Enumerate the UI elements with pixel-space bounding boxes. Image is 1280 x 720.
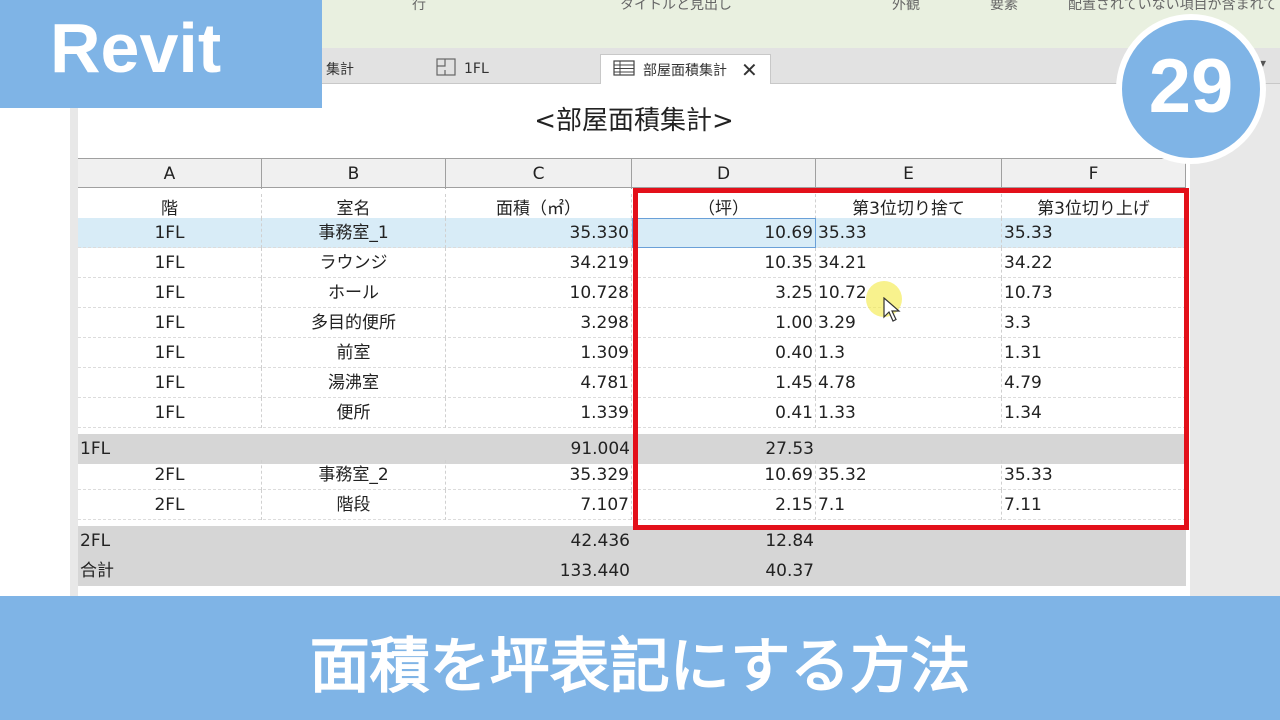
footer-banner: 面積を坪表記にする方法 bbox=[0, 596, 1280, 720]
cell-room-name[interactable]: ラウンジ bbox=[262, 248, 446, 278]
strip-cell: タイトルと見出し bbox=[620, 0, 732, 13]
cell-area-m2[interactable]: 10.728 bbox=[446, 278, 632, 308]
cell-area-m2[interactable]: 7.107 bbox=[446, 490, 632, 520]
cell-room-name[interactable]: 多目的便所 bbox=[262, 308, 446, 338]
emphasis-highlight-box bbox=[633, 188, 1189, 530]
tab-schedule-prev[interactable]: 集計 bbox=[326, 54, 354, 84]
tab-room-area-schedule[interactable]: 部屋面積集計 ✕ bbox=[600, 54, 771, 84]
floor-plan-icon bbox=[436, 58, 456, 80]
cell-level[interactable]: 1FL bbox=[78, 368, 262, 398]
column-letter-row: A B C D E F bbox=[78, 158, 1186, 189]
column-letter-d[interactable]: D bbox=[632, 159, 816, 189]
cell-level[interactable]: 1FL bbox=[78, 278, 262, 308]
cell-level[interactable]: 1FL bbox=[78, 338, 262, 368]
tab-1fl[interactable]: 1FL bbox=[436, 54, 489, 84]
subtotal-block-2fl: 2FL 42.436 12.84 合計 133.440 40.37 bbox=[78, 526, 1186, 586]
footer-title: 面積を坪表記にする方法 bbox=[309, 632, 971, 702]
cell-level[interactable]: 1FL bbox=[78, 218, 262, 248]
cell-level[interactable]: 2FL bbox=[78, 460, 262, 490]
cell-level[interactable]: 1FL bbox=[78, 398, 262, 428]
cell-area-m2[interactable]: 1.309 bbox=[446, 338, 632, 368]
cell-room-name[interactable]: 事務室_2 bbox=[262, 460, 446, 490]
mouse-pointer-icon bbox=[883, 296, 901, 327]
subtotal-row-2fl[interactable]: 2FL 42.436 12.84 bbox=[78, 526, 1186, 556]
subtotal-area-tsubo: 12.84 bbox=[765, 531, 814, 551]
subtotal-area-m2: 42.436 bbox=[570, 531, 630, 551]
cell-room-name[interactable]: 階段 bbox=[262, 490, 446, 520]
view-frame-left bbox=[70, 84, 78, 596]
grand-total-area-m2: 133.440 bbox=[559, 561, 630, 581]
strip-cell: 要素 bbox=[990, 0, 1018, 13]
column-letter-b[interactable]: B bbox=[262, 159, 446, 189]
tab-label: 1FL bbox=[464, 61, 489, 77]
strip-cell: 外観 bbox=[892, 0, 920, 13]
column-letter-a[interactable]: A bbox=[78, 159, 262, 189]
cell-level[interactable]: 1FL bbox=[78, 248, 262, 278]
subtotal-label: 2FL bbox=[80, 531, 111, 551]
tab-label: 集計 bbox=[326, 62, 354, 78]
strip-cell: 配置されていない項目が含まれて bbox=[1068, 0, 1278, 13]
cell-level[interactable]: 1FL bbox=[78, 308, 262, 338]
cell-area-m2[interactable]: 34.219 bbox=[446, 248, 632, 278]
cell-area-m2[interactable]: 3.298 bbox=[446, 308, 632, 338]
cell-area-m2[interactable]: 35.330 bbox=[446, 218, 632, 248]
brand-label: Revit bbox=[50, 9, 222, 87]
brand-banner: Revit bbox=[0, 0, 322, 108]
close-icon[interactable]: ✕ bbox=[741, 58, 758, 82]
strip-cell: 行 bbox=[412, 0, 426, 13]
episode-number-badge: 29 bbox=[1116, 14, 1266, 164]
cell-room-name[interactable]: 事務室_1 bbox=[262, 218, 446, 248]
column-letter-f[interactable]: F bbox=[1002, 159, 1186, 189]
cell-room-name[interactable]: 前室 bbox=[262, 338, 446, 368]
schedule-table-icon bbox=[613, 59, 635, 80]
cell-room-name[interactable]: ホール bbox=[262, 278, 446, 308]
cell-level[interactable]: 2FL bbox=[78, 490, 262, 520]
cell-area-m2[interactable]: 35.329 bbox=[446, 460, 632, 490]
grand-total-row[interactable]: 合計 133.440 40.37 bbox=[78, 556, 1186, 586]
tab-label: 部屋面積集計 bbox=[643, 62, 727, 79]
cell-area-m2[interactable]: 1.339 bbox=[446, 398, 632, 428]
cell-room-name[interactable]: 便所 bbox=[262, 398, 446, 428]
cell-room-name[interactable]: 湯沸室 bbox=[262, 368, 446, 398]
grand-total-area-tsubo: 40.37 bbox=[765, 561, 814, 581]
column-letter-c[interactable]: C bbox=[446, 159, 632, 189]
column-letter-e[interactable]: E bbox=[816, 159, 1002, 189]
grand-total-label: 合計 bbox=[80, 561, 114, 581]
cell-area-m2[interactable]: 4.781 bbox=[446, 368, 632, 398]
